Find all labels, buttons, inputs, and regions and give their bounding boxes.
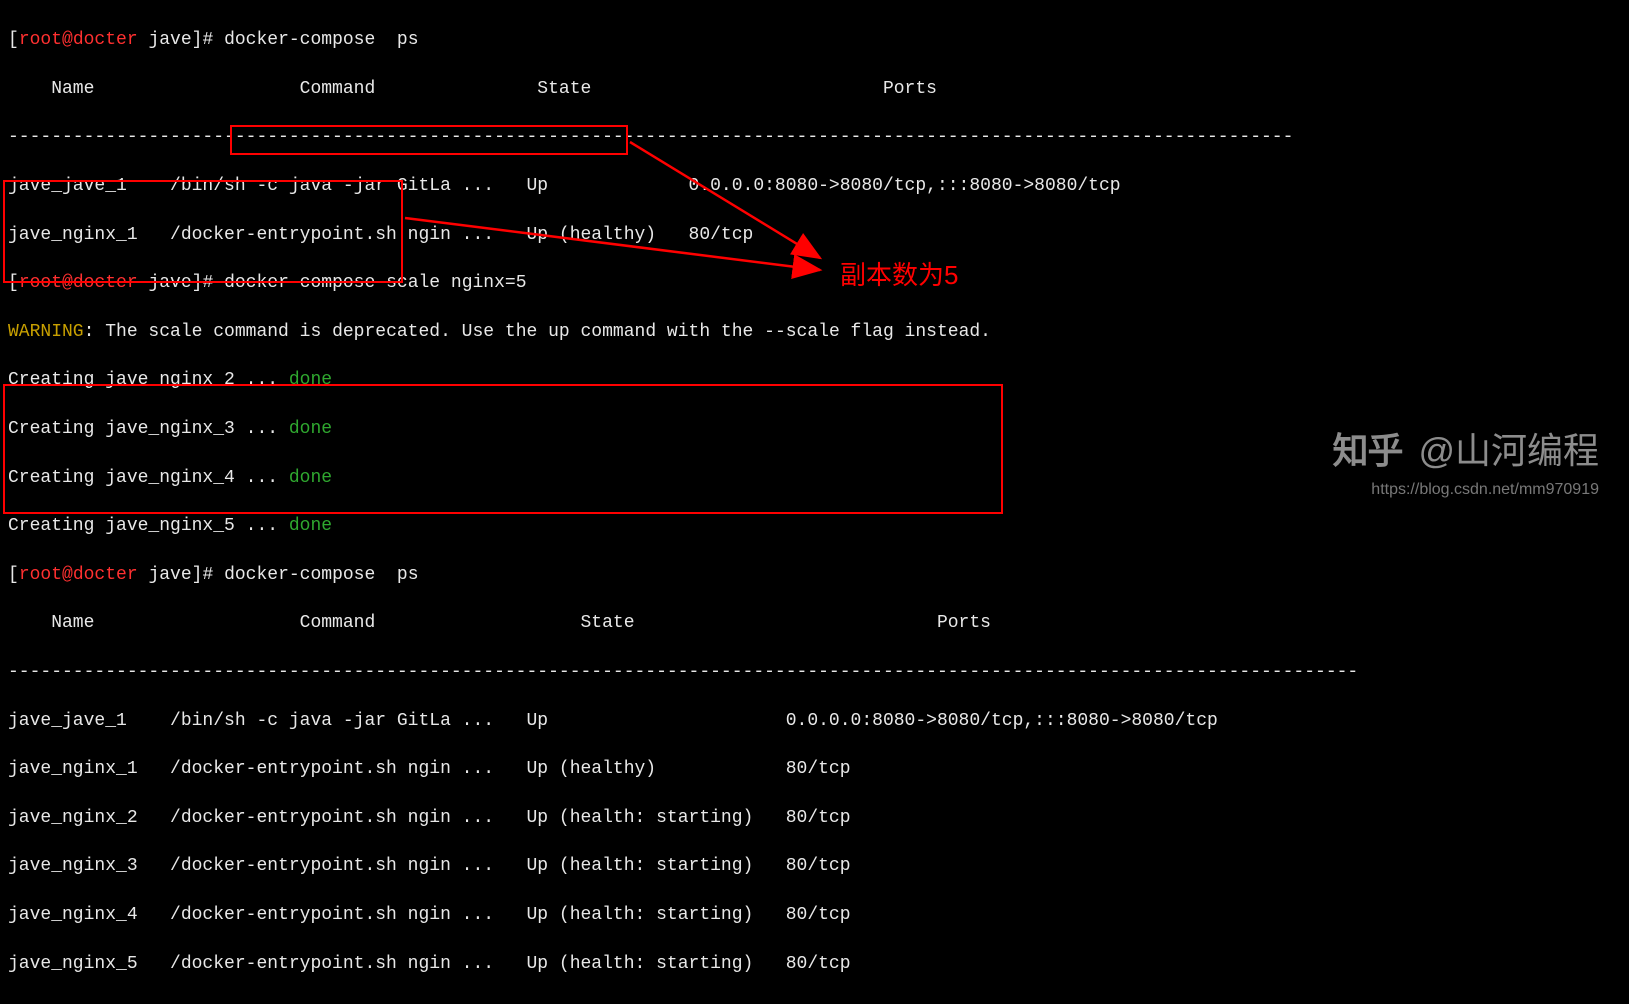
table-row: jave_nginx_4 /docker-entrypoint.sh ngin … bbox=[8, 903, 1621, 927]
command-ps-2: docker-compose ps bbox=[224, 565, 418, 585]
watermark-zhihu: 知乎 @山河编程 bbox=[1332, 427, 1599, 476]
table-header-1: Name Command State Ports bbox=[8, 77, 1621, 101]
highlight-box-results bbox=[3, 384, 1003, 514]
warning-line: WARNING: The scale command is deprecated… bbox=[8, 320, 1621, 344]
table-row: jave_nginx_2 /docker-entrypoint.sh ngin … bbox=[8, 806, 1621, 830]
creating-line: Creating jave_nginx_5 ... done bbox=[8, 514, 1621, 538]
separator-2: ----------------------------------------… bbox=[8, 660, 1621, 684]
table-row: jave_jave_1 /bin/sh -c java -jar GitLa .… bbox=[8, 709, 1621, 733]
table-row: jave_nginx_1 /docker-entrypoint.sh ngin … bbox=[8, 757, 1621, 781]
watermark-url: https://blog.csdn.net/mm970919 bbox=[1371, 479, 1599, 501]
command-ps-1: docker-compose ps bbox=[224, 30, 418, 50]
prompt-line-3: [root@docter jave]# docker-compose ps bbox=[8, 563, 1621, 587]
table-row: jave_nginx_3 /docker-entrypoint.sh ngin … bbox=[8, 854, 1621, 878]
prompt-line-1: [root@docter jave]# docker-compose ps bbox=[8, 28, 1621, 52]
table-header-2: Name Command State Ports bbox=[8, 611, 1621, 635]
highlight-box-creating bbox=[3, 180, 403, 283]
highlight-box-command bbox=[230, 125, 628, 155]
annotation-label: 副本数为5 bbox=[840, 258, 958, 293]
table-row: jave_nginx_5 /docker-entrypoint.sh ngin … bbox=[8, 952, 1621, 976]
